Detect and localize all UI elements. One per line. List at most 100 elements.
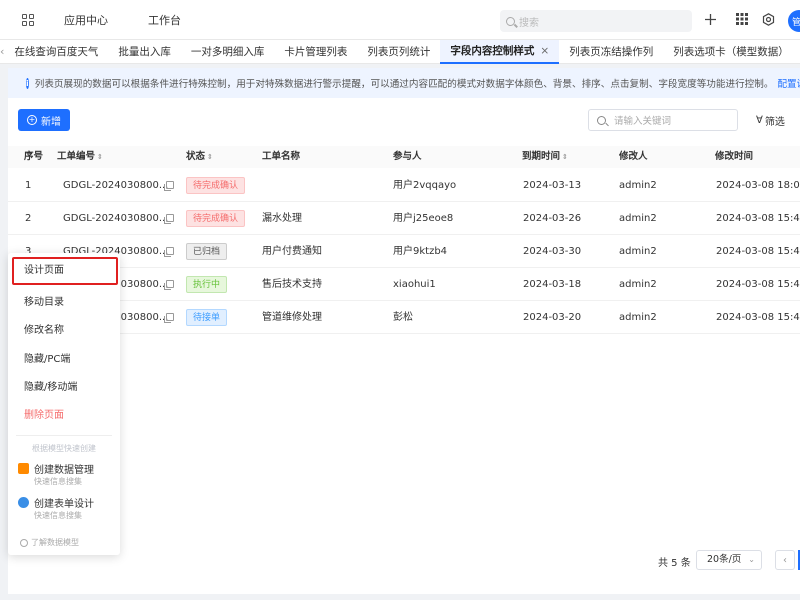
data-management-icon — [18, 463, 29, 474]
menu-item-hide-pc[interactable]: 隐藏/PC端 — [8, 346, 120, 374]
menu-create-data-management[interactable]: 创建数据管理 快速信息搜集 — [18, 461, 118, 491]
top-nav: 应用中心 工作台 — [64, 12, 181, 28]
nav-workbench[interactable]: 工作台 — [148, 12, 181, 28]
info-icon: i — [26, 77, 29, 89]
add-button-label: 新增 — [41, 116, 61, 128]
keyword-search-input[interactable]: 请输入关键词 — [588, 109, 738, 131]
tab-item[interactable]: 批量出入库 — [108, 40, 181, 64]
filter-label: 筛选 — [764, 117, 785, 128]
pagination: 共 5 条 20条/页 ⌄ ‹ — [8, 548, 800, 574]
tab-item[interactable]: 列表选项卡（模型数据） — [663, 40, 799, 64]
learn-data-model-link[interactable]: 了解数据模型 — [20, 537, 79, 548]
filter-icon: ∀ — [756, 115, 763, 126]
cell-modified: 2024-03-08 15:45:3 — [716, 312, 800, 323]
avatar-text: 管 — [792, 17, 800, 28]
avatar[interactable]: 管 — [788, 10, 800, 32]
table-row[interactable]: 1 GDGL-2024030800... 用户2vqqayo 2024-03-13 ad… — [8, 169, 800, 202]
status-badge: 待完成确认 — [186, 210, 246, 227]
tab-label: 列表页冻结操作列 — [569, 46, 654, 58]
tab-item[interactable]: 在线查询百度天气 — [4, 40, 108, 64]
menu-section-title: 根据模型快速创建 — [32, 444, 96, 453]
table-row[interactable]: 3 GDGL-2024030800... 用户付费通知 用户9ktzb4 2024-03… — [8, 235, 800, 268]
col-header-status[interactable]: 状态 ⇕ — [186, 146, 213, 168]
menu-item-design-page[interactable]: 设计页面 — [12, 257, 118, 285]
tab-label: 在线查询百度天气 — [14, 46, 99, 58]
cell-code: GDGL-2024030800... — [63, 180, 169, 191]
notice-link[interactable]: 配置说明 — [777, 76, 800, 90]
copy-icon[interactable] — [164, 280, 174, 290]
tab-label: 字段内容控制样式 — [450, 45, 535, 57]
context-menu: 设计页面 移动目录 修改名称 隐藏/PC端 隐藏/移动端 删除页面 根据模型快速… — [8, 253, 120, 555]
apps-icon[interactable] — [734, 11, 750, 27]
page-size-select[interactable]: 20条/页 ⌄ — [696, 550, 762, 570]
cell-due: 2024-03-13 — [523, 180, 582, 191]
cell-due: 2024-03-26 — [523, 213, 582, 224]
add-button[interactable]: + 新增 — [18, 109, 70, 131]
menu-item-rename[interactable]: 修改名称 — [8, 317, 120, 345]
filter-button[interactable]: ∀ 筛选 — [756, 113, 785, 128]
close-icon[interactable]: × — [540, 45, 549, 57]
create-item-title: 创建数据管理 — [34, 465, 94, 476]
table-row[interactable]: 4GDGL-2024030800...售后技术支持xiaohui12024-03… — [8, 268, 800, 301]
settings-icon[interactable] — [760, 11, 776, 27]
nav-app-center[interactable]: 应用中心 — [64, 12, 108, 28]
copy-icon[interactable] — [164, 247, 174, 257]
col-header-modifier: 修改人 — [619, 151, 648, 162]
total-count: 共 5 条 — [658, 558, 691, 569]
tab-item[interactable]: 列表页列统计 — [357, 40, 440, 64]
search-icon — [506, 16, 515, 26]
col-header-modified: 修改时间 — [715, 151, 754, 162]
col-header-due[interactable]: 到期时间 ⇕ — [522, 146, 568, 168]
menu-divider — [16, 435, 112, 436]
notice-text: 列表页展现的数据可以根据条件进行特殊控制，用于对特殊数据进行警示提醒，可以通过内… — [34, 79, 774, 90]
table-row[interactable]: 5GDGL-2024030800...管道维修处理彭松2024-03-20adm… — [8, 301, 800, 334]
menu-item-hide-mobile[interactable]: 隐藏/移动端 — [8, 374, 120, 402]
sort-icon: ⇕ — [207, 153, 213, 161]
cell-participant: 用户9ktzb4 — [393, 246, 448, 257]
cell-participant: 用户j25eoe8 — [393, 213, 454, 224]
copy-icon[interactable] — [164, 214, 174, 224]
tab-item[interactable]: 列表页冻结操作列 — [559, 40, 663, 64]
col-header-no: 序号 — [24, 151, 44, 162]
create-item-subtitle: 快速信息搜集 — [34, 511, 82, 520]
learn-data-model-label: 了解数据模型 — [31, 538, 79, 547]
tab-active[interactable]: 字段内容控制样式 × — [440, 39, 560, 64]
cell-modifier: admin2 — [619, 279, 657, 290]
apps-grid-icon[interactable] — [20, 12, 36, 28]
notice-bar: i 列表页展现的数据可以根据条件进行特殊控制，用于对特殊数据进行警示提醒，可以通… — [8, 68, 800, 98]
cell-name: 管道维修处理 — [262, 312, 322, 323]
chevron-down-icon: ⌄ — [748, 555, 755, 564]
copy-icon[interactable] — [164, 313, 174, 323]
cell-modified: 2024-03-08 15:46:2 — [716, 246, 800, 257]
global-search-placeholder: 搜索 — [519, 17, 539, 29]
col-header-participant: 参与人 — [393, 151, 422, 162]
global-search-input[interactable]: 搜索 — [500, 10, 692, 32]
cell-modified: 2024-03-08 15:46:0 — [716, 279, 800, 290]
col-header-code[interactable]: 工单编号 ⇕ — [57, 146, 103, 168]
main-card: i 列表页展现的数据可以根据条件进行特殊控制，用于对特殊数据进行警示提醒，可以通… — [8, 68, 800, 594]
cell-name: 售后技术支持 — [262, 279, 322, 290]
menu-item-delete-page[interactable]: 删除页面 — [8, 402, 120, 430]
tab-label: 批量出入库 — [118, 46, 171, 58]
plus-icon[interactable] — [702, 11, 718, 27]
table-header: 序号 工单编号 ⇕ 状态 ⇕ 工单名称 参与人 到期时间 ⇕ 修改人 修改时间 — [8, 146, 800, 168]
cell-modifier: admin2 — [619, 246, 657, 257]
status-badge: 待完成确认 — [186, 177, 246, 194]
table-row[interactable]: 2 GDGL-2024030800... 漏水处理 用户j25eoe8 2024-03-… — [8, 202, 800, 235]
cell-modified: 2024-03-08 15:46:5 — [716, 213, 800, 224]
tab-item[interactable]: 一对多明细入库 — [181, 40, 275, 64]
cell-modifier: admin2 — [619, 312, 657, 323]
tab-label: 一对多明细入库 — [190, 46, 265, 58]
page-size-value: 20条/页 — [707, 554, 742, 565]
menu-item-move-directory[interactable]: 移动目录 — [8, 289, 120, 317]
menu-create-form-design[interactable]: 创建表单设计 快速信息搜集 — [18, 495, 118, 525]
cell-modifier: admin2 — [619, 213, 657, 224]
cell-participant: 彭松 — [393, 312, 413, 323]
help-icon — [20, 538, 28, 547]
prev-page-button[interactable]: ‹ — [775, 550, 795, 570]
cell-due: 2024-03-20 — [523, 312, 582, 323]
cell-name: 用户付费通知 — [262, 246, 322, 257]
page-tabs: ‹ 在线查询百度天气 批量出入库 一对多明细入库 卡片管理列表 列表页列统计 字… — [0, 39, 800, 64]
tab-item[interactable]: 卡片管理列表 — [274, 40, 357, 64]
copy-icon[interactable] — [164, 181, 174, 191]
